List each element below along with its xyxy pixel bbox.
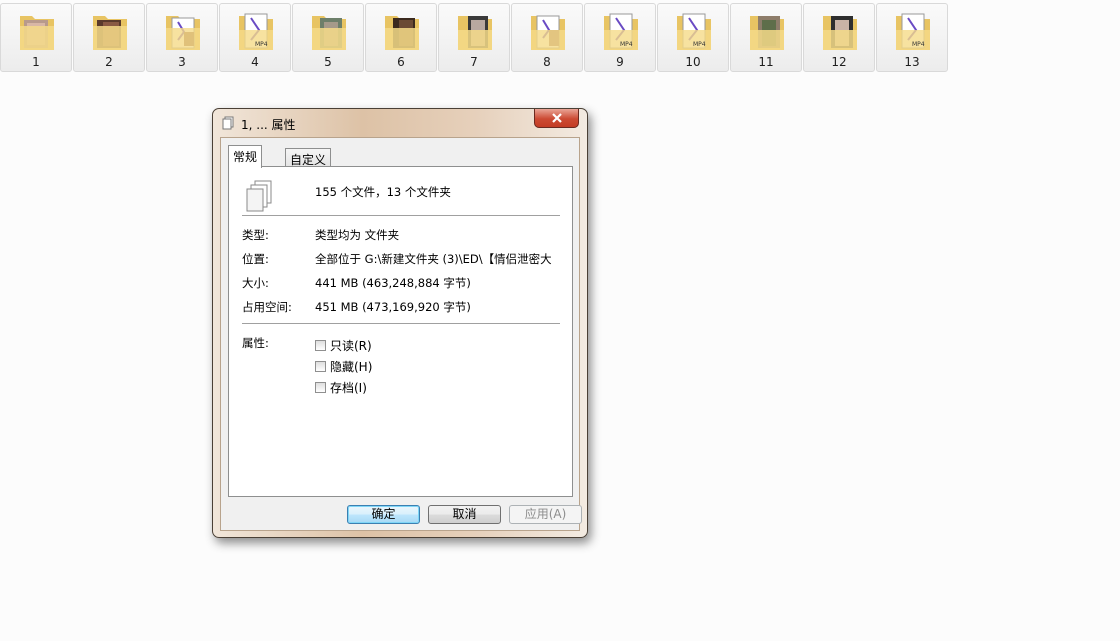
folder-video-icon — [166, 16, 200, 50]
hidden-checkbox[interactable]: 隐藏(H) — [315, 358, 372, 375]
size-on-disk-label: 占用空间: — [242, 300, 292, 314]
readonly-checkbox[interactable]: 只读(R) — [315, 337, 372, 354]
checkbox-box[interactable] — [315, 382, 326, 393]
folder-item[interactable]: 1 — [0, 3, 72, 72]
multiple-files-icon — [222, 116, 234, 130]
type-label: 类型: — [242, 228, 269, 242]
general-panel: 155 个文件，13 个文件夹 类型: 类型均为 文件夹 位置: 全部位于 G:… — [228, 166, 573, 497]
svg-text:MP4: MP4 — [693, 41, 706, 48]
title-bar[interactable]: 1, ... 属性 — [213, 109, 587, 137]
location-label: 位置: — [242, 252, 269, 266]
folder-photo-icon — [750, 16, 784, 50]
separator — [242, 323, 560, 324]
folder-video-icon: MP4 — [896, 13, 930, 50]
folder-photo-icon — [823, 16, 857, 50]
tab-general[interactable]: 常规 — [228, 145, 263, 168]
folder-video-icon: MP4 — [604, 13, 638, 50]
folder-item[interactable]: MP4 9 — [584, 3, 656, 72]
folder-photo-icon — [385, 16, 419, 50]
separator — [242, 215, 560, 216]
folder-video-icon: MP4 — [677, 13, 711, 50]
folder-item[interactable]: MP4 4 — [219, 3, 291, 72]
checkbox-box[interactable] — [315, 361, 326, 372]
size-on-disk-value: 451 MB (473,169,920 字节) — [315, 300, 471, 314]
folder-item[interactable]: 5 — [292, 3, 364, 72]
attributes-label: 属性: — [242, 336, 269, 350]
folder-item[interactable]: 7 — [438, 3, 510, 72]
folder-item[interactable]: 2 — [73, 3, 145, 72]
svg-text:MP4: MP4 — [912, 41, 925, 48]
folder-item[interactable]: MP4 13 — [876, 3, 948, 72]
dialog-client: 常规 自定义 155 个文件，13 个文件夹 类型: 类型均为 文件夹 位置: … — [220, 137, 582, 531]
folder-item[interactable]: 8 — [511, 3, 583, 72]
folder-item[interactable]: 6 — [365, 3, 437, 72]
svg-text:MP4: MP4 — [255, 41, 268, 48]
folder-item[interactable]: MP4 10 — [657, 3, 729, 72]
folder-photo-icon — [458, 16, 492, 50]
checkbox-box[interactable] — [315, 340, 326, 351]
properties-dialog: 1, ... 属性 常规 自定义 155 个文件，13 个文件夹 类型: 类型均… — [212, 108, 588, 538]
folder-item[interactable]: 3 — [146, 3, 218, 72]
size-value: 441 MB (463,248,884 字节) — [315, 276, 471, 290]
close-icon — [551, 113, 562, 123]
hidden-label: 隐藏(H) — [330, 360, 373, 374]
tab-custom[interactable]: 自定义 — [285, 148, 332, 167]
folder-photo-icon — [93, 16, 127, 50]
apply-button[interactable]: 应用(A) — [509, 505, 582, 524]
location-value: 全部位于 G:\新建文件夹 (3)\ED\【情侣泄密大 — [315, 252, 552, 266]
close-button[interactable] — [534, 109, 579, 128]
multiple-files-icon — [246, 180, 272, 212]
dialog-title: 1, ... 属性 — [241, 118, 296, 132]
folder-strip: 1 2 3 MP4 4 5 6 7 8 MP4 9 MP4 10 11 12 MP4 1… — [0, 3, 948, 72]
size-label: 大小: — [242, 276, 269, 290]
summary-text: 155 个文件，13 个文件夹 — [315, 185, 451, 199]
folder-photo-icon — [312, 16, 346, 50]
folder-video-icon: MP4 — [239, 13, 273, 50]
archive-checkbox[interactable]: 存档(I) — [315, 379, 367, 396]
cancel-button[interactable]: 取消 — [428, 505, 501, 524]
folder-item[interactable]: 12 — [803, 3, 875, 72]
svg-text:MP4: MP4 — [620, 41, 633, 48]
ok-button[interactable]: 确定 — [347, 505, 420, 524]
folder-item[interactable]: 11 — [730, 3, 802, 72]
folder-photo-icon — [20, 16, 54, 50]
folder-video-icon — [531, 15, 565, 50]
type-value: 类型均为 文件夹 — [315, 228, 400, 242]
readonly-label: 只读(R) — [330, 339, 372, 353]
archive-label: 存档(I) — [330, 381, 367, 395]
